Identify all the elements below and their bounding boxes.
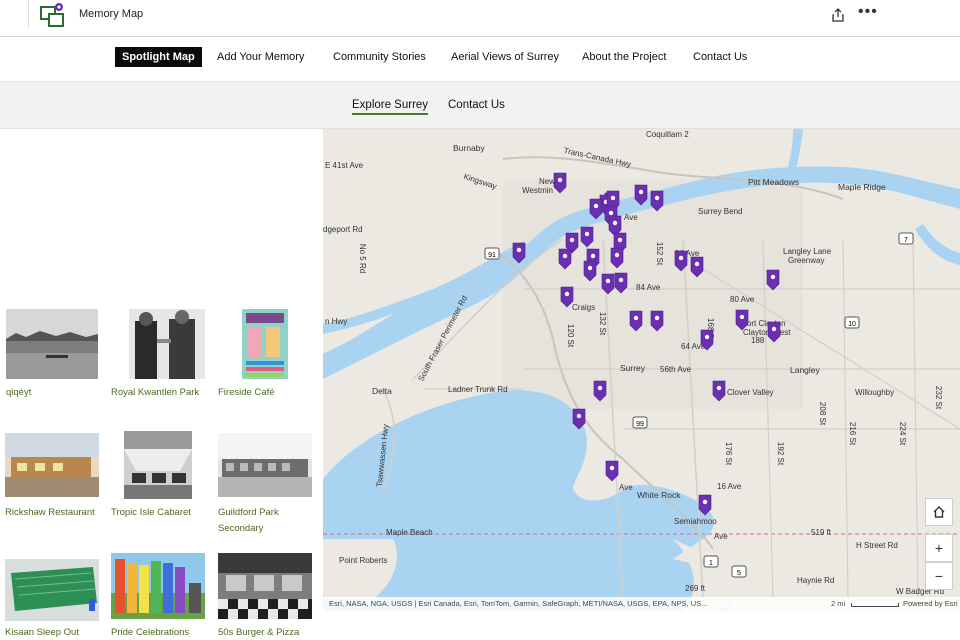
memory-pin[interactable] [634, 184, 648, 206]
home-icon [933, 506, 945, 518]
memory-pin[interactable] [605, 460, 619, 482]
gallery-thumbnail[interactable] [124, 431, 192, 499]
gallery-thumbnail[interactable] [242, 309, 288, 379]
share-icon[interactable] [830, 7, 846, 23]
memory-pin[interactable] [583, 260, 597, 282]
nav-contact-us[interactable]: Contact Us [693, 51, 747, 63]
app-header: Memory Map ••• [0, 0, 960, 37]
home-button[interactable] [925, 498, 953, 526]
memory-pin[interactable] [560, 286, 574, 308]
memory-pin[interactable] [735, 309, 749, 331]
gallery-caption[interactable]: qiqéyt [6, 385, 31, 400]
memory-pin[interactable] [601, 273, 615, 295]
map-attribution[interactable]: Esri, NASA, NGA, USGS | Esri Canada, Esr… [329, 599, 707, 608]
zoom-out-button[interactable]: − [925, 562, 953, 590]
gallery-thumbnail[interactable] [218, 553, 312, 619]
sub-nav: Explore Surrey Contact Us [0, 82, 960, 129]
tab-explore-surrey[interactable]: Explore Surrey [352, 99, 429, 115]
memory-pin[interactable] [610, 247, 624, 269]
gallery-caption[interactable]: Rickshaw Restaurant [5, 505, 95, 520]
memory-pin[interactable] [650, 190, 664, 212]
memory-pin[interactable] [572, 408, 586, 430]
memory-pin[interactable] [614, 272, 628, 294]
nav-about-project[interactable]: About the Project [582, 51, 666, 63]
plus-icon: + [934, 540, 944, 556]
gallery-caption[interactable]: Tropic Isle Cabaret [111, 505, 191, 520]
gallery-thumbnail[interactable] [129, 309, 205, 379]
gallery-caption[interactable]: Royal Kwantlen Park [111, 385, 199, 400]
memory-pin[interactable] [580, 226, 594, 248]
gallery-caption[interactable]: Guildford Park [218, 505, 279, 520]
memory-pin[interactable] [767, 321, 781, 343]
memory-pin[interactable] [650, 310, 664, 332]
memory-pin[interactable] [589, 198, 603, 220]
gallery-thumbnail[interactable] [5, 559, 99, 621]
nav-add-your-memory[interactable]: Add Your Memory [217, 51, 304, 63]
memory-pin[interactable] [700, 329, 714, 351]
memory-pin[interactable] [674, 250, 688, 272]
map-attribution-bar: Esri, NASA, NGA, USGS | Esri Canada, Esr… [323, 597, 960, 611]
nav-spotlight-map[interactable]: Spotlight Map [115, 47, 202, 67]
memory-pin[interactable] [712, 380, 726, 402]
memory-pin[interactable] [690, 256, 704, 278]
gallery-thumbnail[interactable] [6, 309, 98, 379]
memory-pin[interactable] [629, 310, 643, 332]
nav-aerial-views[interactable]: Aerial Views of Surrey [451, 51, 559, 63]
main-nav: Spotlight Map Add Your Memory Community … [0, 37, 960, 82]
more-options-icon[interactable]: ••• [858, 4, 878, 20]
gallery-thumbnail[interactable] [5, 433, 99, 497]
memory-pin[interactable] [593, 380, 607, 402]
memory-pin[interactable] [558, 248, 572, 270]
gallery-caption[interactable]: 50s Burger & Pizza [218, 625, 299, 640]
gallery-caption[interactable]: Pride Celebrations [111, 625, 189, 640]
gallery-thumbnail[interactable] [218, 433, 312, 497]
spotlight-map[interactable]: Coquitlam 2 Burnaby E 41st Ave Trans-Can… [323, 129, 960, 611]
memory-pin[interactable] [698, 494, 712, 516]
divider [28, 0, 29, 28]
memory-pin[interactable] [512, 242, 526, 264]
minus-icon: − [934, 568, 944, 584]
memory-map-logo [40, 3, 64, 27]
powered-by-esri[interactable]: Powered by Esri [903, 599, 958, 608]
memory-pin[interactable] [553, 172, 567, 194]
scale-bar [851, 603, 899, 607]
gallery-caption-line2[interactable]: Secondary [218, 521, 263, 536]
gallery-caption[interactable]: Fireside Café [218, 385, 275, 400]
memory-pins[interactable] [323, 129, 960, 611]
nav-community-stories[interactable]: Community Stories [333, 51, 426, 63]
memory-pin[interactable] [766, 269, 780, 291]
gallery-thumbnail[interactable] [111, 553, 205, 619]
map-scale: 2 mi [831, 599, 846, 608]
gallery-caption[interactable]: Kisaan Sleep Out [5, 625, 79, 640]
story-gallery: qiqéyt Royal Kwantlen Park Fireside Café [0, 129, 323, 640]
app-title: Memory Map [79, 8, 144, 20]
tab-contact-us[interactable]: Contact Us [448, 99, 505, 111]
zoom-in-button[interactable]: + [925, 534, 953, 562]
